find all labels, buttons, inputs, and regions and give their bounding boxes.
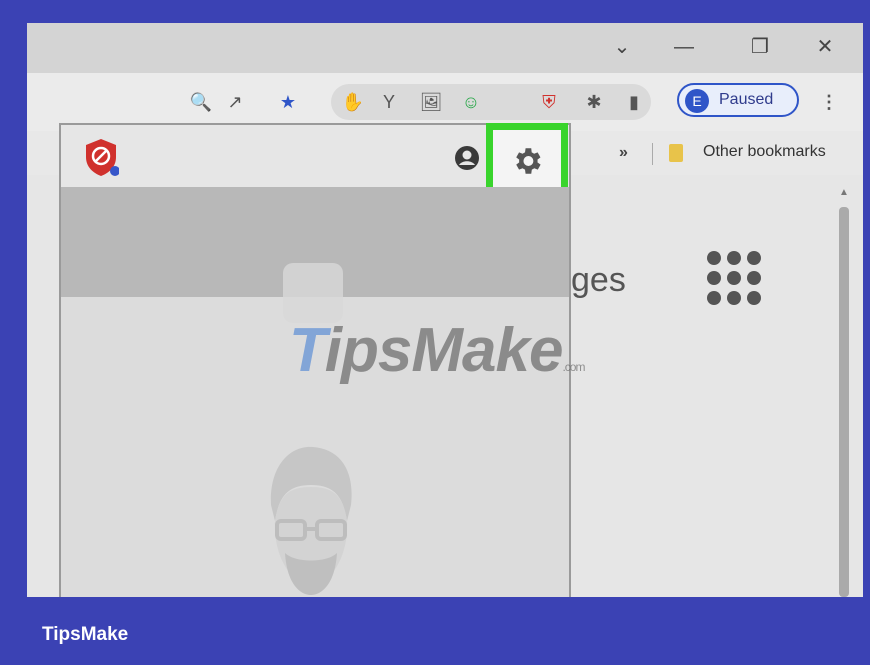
- grid-dot: [747, 251, 761, 265]
- puzzle-extensions-icon[interactable]: ✱: [582, 90, 606, 114]
- scroll-thumb[interactable]: [839, 207, 849, 597]
- watermark-logo: [283, 263, 343, 323]
- shield-extension-icon[interactable]: ⛨: [537, 90, 561, 114]
- extension-y-icon[interactable]: Y: [377, 90, 401, 114]
- image-extension-icon[interactable]: 🖼: [419, 90, 443, 114]
- watermark: TipsMake.com: [289, 315, 585, 386]
- scroll-up-icon[interactable]: ▲: [839, 187, 849, 198]
- close-button[interactable]: ✕: [809, 32, 841, 62]
- grid-dot: [727, 251, 741, 265]
- settings-highlight[interactable]: [486, 123, 568, 195]
- page-heading-partial: ges: [571, 261, 626, 299]
- avatar-illustration: [270, 446, 352, 595]
- share-icon[interactable]: ↗: [223, 90, 247, 114]
- zoom-icon[interactable]: 🔍: [189, 90, 213, 114]
- popup-header: [61, 123, 569, 195]
- grid-dot: [727, 291, 741, 305]
- apps-grid-icon[interactable]: [707, 251, 761, 305]
- profile-button[interactable]: E Paused: [677, 83, 799, 117]
- account-icon[interactable]: [454, 145, 480, 171]
- bookmark-star-icon[interactable]: ★: [276, 90, 300, 114]
- watermark-t: T: [289, 316, 326, 385]
- shield-logo-icon: [86, 139, 119, 176]
- bookmarks-divider: [652, 143, 653, 165]
- stop-hand-extension-icon[interactable]: ✋: [341, 90, 365, 114]
- more-bookmarks-button[interactable]: »: [619, 144, 628, 162]
- smiley-extension-icon[interactable]: ☺: [459, 90, 483, 114]
- grid-dot: [707, 251, 721, 265]
- minimize-button[interactable]: —: [668, 32, 700, 62]
- other-bookmarks-folder[interactable]: Other bookmarks: [703, 143, 826, 161]
- browser-window: ⌄ — ❐ ✕ 🔍 ↗ ★ ✋ Y 🖼 ☺ ⛨ ✱ ▮ E Paused ⋮ »…: [27, 23, 863, 597]
- profile-status: Paused: [719, 91, 774, 108]
- folder-icon: [669, 144, 683, 162]
- grid-dot: [747, 291, 761, 305]
- grid-dot: [707, 291, 721, 305]
- footer-brand: TipsMake: [42, 624, 129, 645]
- settings-gear-icon[interactable]: [510, 144, 544, 178]
- menu-icon[interactable]: ⋮: [817, 90, 841, 114]
- title-bar: ⌄ — ❐ ✕: [27, 23, 863, 73]
- grid-dot: [747, 271, 761, 285]
- grid-dot: [707, 271, 721, 285]
- side-panel-icon[interactable]: ▮: [622, 90, 646, 114]
- restore-button[interactable]: ❐: [744, 32, 776, 62]
- watermark-text: ipsMake: [324, 316, 564, 385]
- grid-dot: [727, 271, 741, 285]
- tab-search-dropdown-icon[interactable]: ⌄: [606, 32, 638, 62]
- avatar: E: [685, 89, 709, 113]
- watermark-suffix: .com: [562, 360, 585, 374]
- page-scrollbar[interactable]: ▲: [835, 183, 853, 597]
